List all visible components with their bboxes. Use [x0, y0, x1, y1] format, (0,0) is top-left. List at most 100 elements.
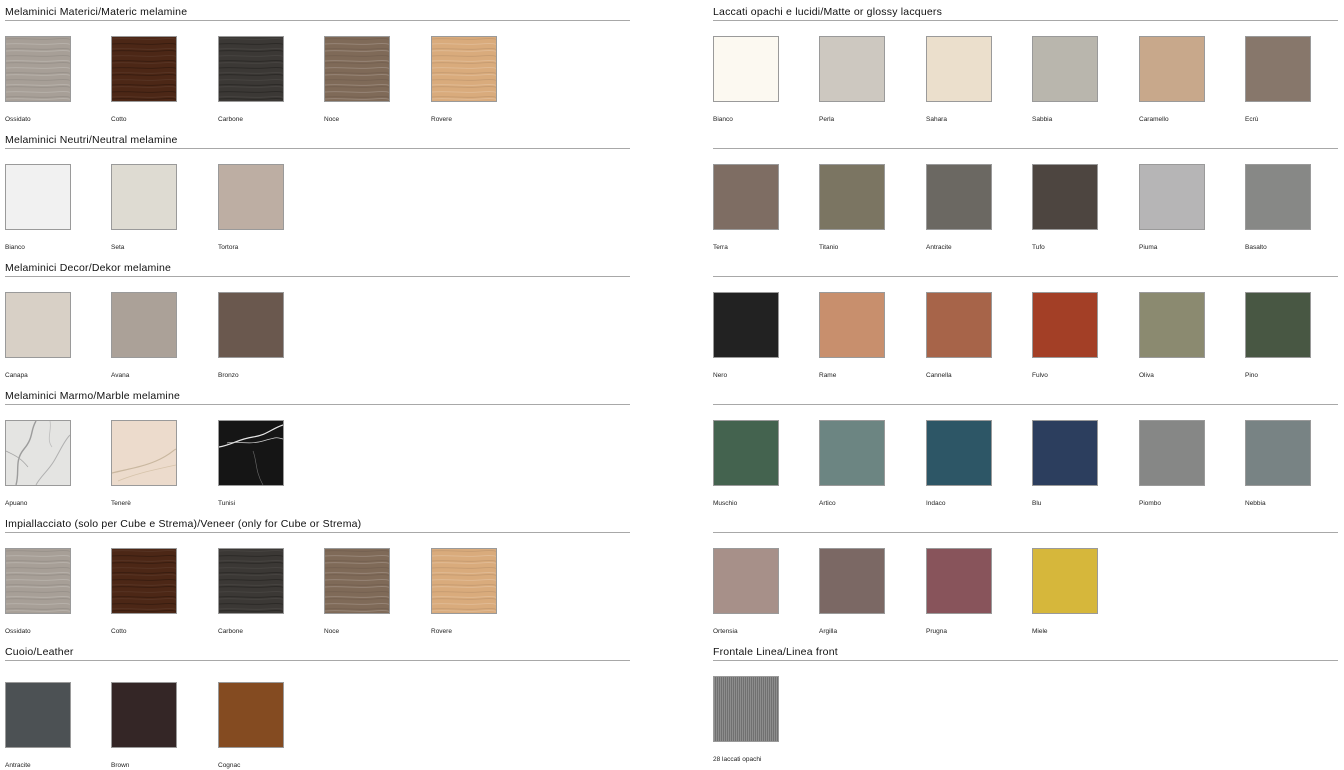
color-swatch[interactable] — [713, 164, 779, 230]
swatch-item-ecru[interactable]: Ecrù — [1245, 36, 1311, 123]
color-swatch[interactable] — [926, 420, 992, 486]
color-swatch[interactable] — [1139, 292, 1205, 358]
swatch-item-rovere[interactable]: Rovere — [431, 36, 497, 123]
color-swatch[interactable] — [5, 420, 71, 486]
swatch-item-piuma[interactable]: Piuma — [1139, 164, 1205, 251]
swatch-item-nero[interactable]: Nero — [713, 292, 779, 379]
color-swatch[interactable] — [819, 420, 885, 486]
swatch-item-sahara[interactable]: Sahara — [926, 36, 992, 123]
swatch-item-nebbia[interactable]: Nebbia — [1245, 420, 1311, 507]
swatch-item-cotto[interactable]: Cotto — [111, 548, 177, 635]
swatch-item-cognac[interactable]: Cognac — [218, 682, 284, 769]
swatch-item-miele[interactable]: Miele — [1032, 548, 1098, 635]
swatch-item-pino[interactable]: Pino — [1245, 292, 1311, 379]
color-swatch[interactable] — [1245, 164, 1311, 230]
color-swatch[interactable] — [5, 164, 71, 230]
color-swatch[interactable] — [926, 292, 992, 358]
color-swatch[interactable] — [1032, 164, 1098, 230]
swatch-item-carbone[interactable]: Carbone — [218, 548, 284, 635]
swatch-item-carbone[interactable]: Carbone — [218, 36, 284, 123]
swatch-item-canapa[interactable]: Canapa — [5, 292, 71, 379]
color-swatch[interactable] — [1032, 548, 1098, 614]
swatch-item-blu[interactable]: Blu — [1032, 420, 1098, 507]
color-swatch[interactable] — [324, 548, 390, 614]
color-swatch[interactable] — [713, 36, 779, 102]
swatch-item-avana[interactable]: Avana — [111, 292, 177, 379]
color-swatch[interactable] — [5, 682, 71, 748]
color-swatch[interactable] — [713, 292, 779, 358]
color-swatch[interactable] — [1139, 420, 1205, 486]
color-swatch[interactable] — [5, 36, 71, 102]
swatch-item-bianco[interactable]: Bianco — [5, 164, 71, 251]
swatch-item-noce[interactable]: Noce — [324, 36, 390, 123]
swatch-item-antracite[interactable]: Antracite — [5, 682, 71, 769]
swatch-item-cannella[interactable]: Cannella — [926, 292, 992, 379]
swatch-item-caramello[interactable]: Caramello — [1139, 36, 1205, 123]
swatch-item-prugna[interactable]: Prugna — [926, 548, 992, 635]
color-swatch[interactable] — [218, 164, 284, 230]
color-swatch[interactable] — [5, 292, 71, 358]
color-swatch[interactable] — [1032, 36, 1098, 102]
swatch-item-apuano[interactable]: Apuano — [5, 420, 71, 507]
color-swatch[interactable] — [1245, 420, 1311, 486]
color-swatch[interactable] — [218, 292, 284, 358]
color-swatch[interactable] — [111, 682, 177, 748]
swatch-item-perla[interactable]: Perla — [819, 36, 885, 123]
color-swatch[interactable] — [218, 682, 284, 748]
swatch-item-28-laccati-opachi[interactable]: 28 laccati opachi — [713, 676, 779, 763]
swatch-item-tunisi[interactable]: Tunisi — [218, 420, 284, 507]
swatch-item-tenere[interactable]: Tenerè — [111, 420, 177, 507]
color-swatch[interactable] — [926, 36, 992, 102]
swatch-item-ossidato[interactable]: Ossidato — [5, 548, 71, 635]
swatch-item-terra[interactable]: Terra — [713, 164, 779, 251]
swatch-item-ossidato[interactable]: Ossidato — [5, 36, 71, 123]
color-swatch[interactable] — [926, 548, 992, 614]
swatch-item-artico[interactable]: Artico — [819, 420, 885, 507]
swatch-item-ortensia[interactable]: Ortensia — [713, 548, 779, 635]
swatch-item-noce[interactable]: Noce — [324, 548, 390, 635]
color-swatch[interactable] — [713, 676, 779, 742]
swatch-item-tortora[interactable]: Tortora — [218, 164, 284, 251]
color-swatch[interactable] — [111, 292, 177, 358]
swatch-item-rovere[interactable]: Rovere — [431, 548, 497, 635]
swatch-item-rame[interactable]: Rame — [819, 292, 885, 379]
color-swatch[interactable] — [1139, 164, 1205, 230]
color-swatch[interactable] — [1139, 36, 1205, 102]
swatch-item-antracite[interactable]: Antracite — [926, 164, 992, 251]
color-swatch[interactable] — [218, 548, 284, 614]
color-swatch[interactable] — [111, 36, 177, 102]
color-swatch[interactable] — [713, 548, 779, 614]
swatch-item-fulvo[interactable]: Fulvo — [1032, 292, 1098, 379]
swatch-item-argilla[interactable]: Argilla — [819, 548, 885, 635]
color-swatch[interactable] — [5, 548, 71, 614]
swatch-item-brown[interactable]: Brown — [111, 682, 177, 769]
swatch-item-indaco[interactable]: Indaco — [926, 420, 992, 507]
color-swatch[interactable] — [819, 164, 885, 230]
color-swatch[interactable] — [1032, 420, 1098, 486]
color-swatch[interactable] — [431, 548, 497, 614]
color-swatch[interactable] — [324, 36, 390, 102]
color-swatch[interactable] — [1032, 292, 1098, 358]
color-swatch[interactable] — [1245, 292, 1311, 358]
color-swatch[interactable] — [111, 420, 177, 486]
color-swatch[interactable] — [111, 164, 177, 230]
swatch-item-cotto[interactable]: Cotto — [111, 36, 177, 123]
color-swatch[interactable] — [218, 36, 284, 102]
swatch-item-bronzo[interactable]: Bronzo — [218, 292, 284, 379]
swatch-item-muschio[interactable]: Muschio — [713, 420, 779, 507]
swatch-item-sabbia[interactable]: Sabbia — [1032, 36, 1098, 123]
swatch-item-tufo[interactable]: Tufo — [1032, 164, 1098, 251]
color-swatch[interactable] — [431, 36, 497, 102]
color-swatch[interactable] — [713, 420, 779, 486]
swatch-item-basalto[interactable]: Basalto — [1245, 164, 1311, 251]
swatch-item-seta[interactable]: Seta — [111, 164, 177, 251]
color-swatch[interactable] — [1245, 36, 1311, 102]
color-swatch[interactable] — [819, 292, 885, 358]
swatch-item-bianco[interactable]: Bianco — [713, 36, 779, 123]
color-swatch[interactable] — [926, 164, 992, 230]
color-swatch[interactable] — [111, 548, 177, 614]
color-swatch[interactable] — [819, 548, 885, 614]
color-swatch[interactable] — [819, 36, 885, 102]
swatch-item-oliva[interactable]: Oliva — [1139, 292, 1205, 379]
swatch-item-titanio[interactable]: Titanio — [819, 164, 885, 251]
